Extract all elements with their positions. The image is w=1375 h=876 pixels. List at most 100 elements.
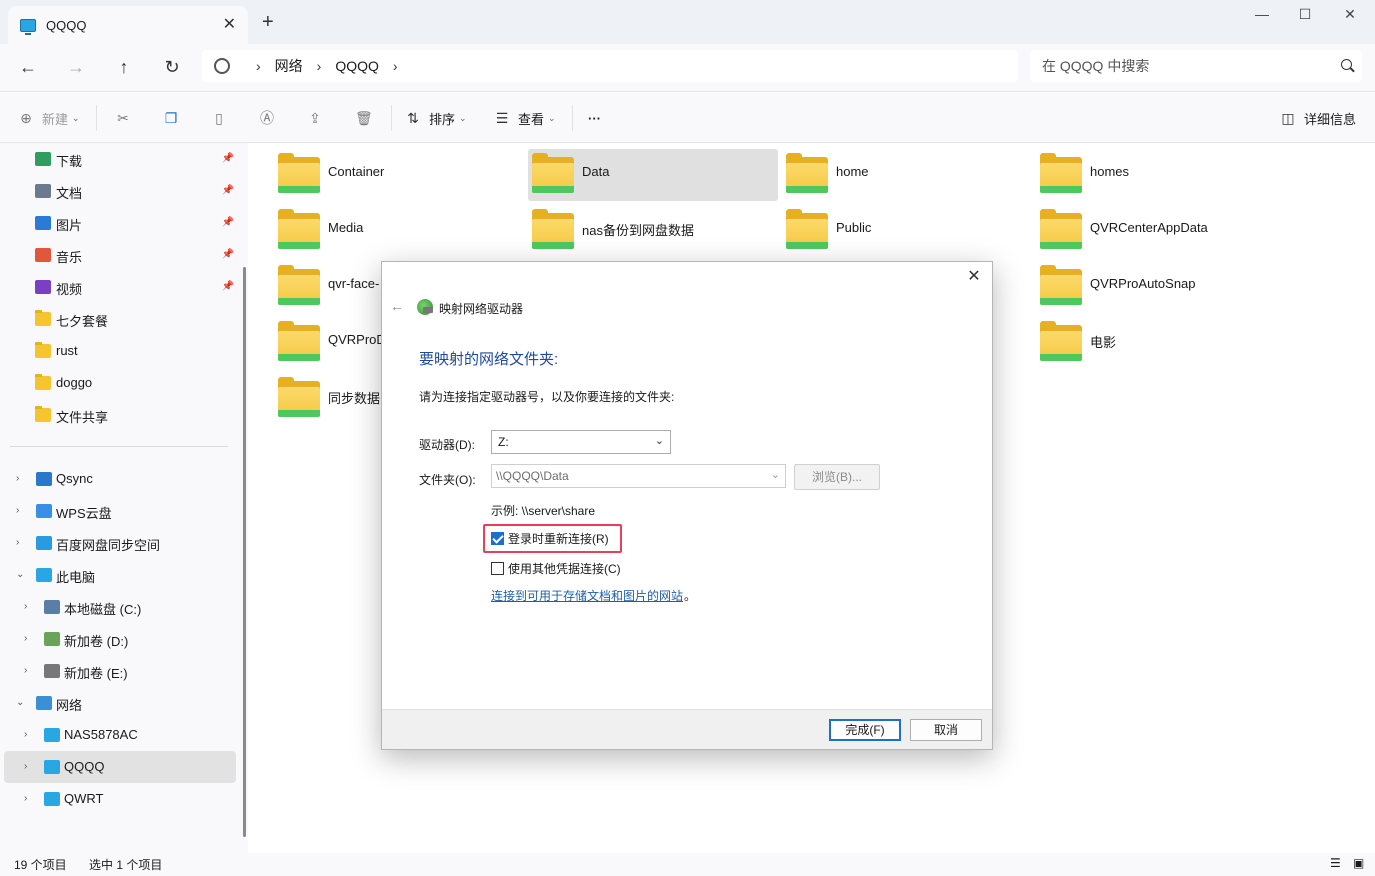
chevron-right-icon[interactable]: › bbox=[24, 665, 27, 676]
more-button[interactable]: ··· bbox=[588, 108, 601, 128]
sidebar-item-2[interactable]: 图片 📌 bbox=[4, 207, 236, 239]
sidebar-tree-item-5[interactable]: › 新加卷 (D:) bbox=[4, 623, 236, 655]
sidebar-item-6[interactable]: rust bbox=[4, 335, 236, 367]
pin-icon: 📌 bbox=[221, 185, 234, 196]
folder-icon bbox=[278, 265, 320, 305]
sidebar-tree-item-1[interactable]: › WPS云盘 bbox=[4, 495, 236, 527]
chevron-right-icon[interactable]: › bbox=[16, 473, 19, 484]
sidebar-tree-item-3[interactable]: ⌄ 此电脑 bbox=[4, 559, 236, 591]
finish-button[interactable]: 完成(F) bbox=[829, 719, 901, 741]
sort-icon: ⇅ bbox=[407, 110, 419, 126]
checkbox-checked-icon bbox=[491, 532, 504, 545]
paste-button[interactable]: ▯ bbox=[211, 108, 235, 128]
copy-button[interactable]: ❐ bbox=[163, 108, 187, 128]
chevron-down-icon[interactable]: ⌄ bbox=[16, 697, 24, 708]
breadcrumb-qqqq[interactable]: QQQQ bbox=[335, 58, 379, 74]
folder-name: 同步数据 bbox=[328, 391, 381, 406]
chevron-right-icon[interactable]: › bbox=[24, 633, 27, 644]
sidebar-item-label: 下载 bbox=[56, 154, 83, 169]
dialog-close-button[interactable]: ✕ bbox=[964, 266, 984, 286]
folder-tile[interactable]: homes bbox=[1036, 149, 1286, 201]
folder-tile[interactable]: QVRProAutoSnap bbox=[1036, 261, 1286, 313]
connect-website-link[interactable]: 连接到可用于存储文档和图片的网站 bbox=[491, 587, 683, 604]
folder-icon bbox=[1040, 265, 1082, 305]
new-label: 新建 bbox=[42, 111, 69, 127]
refresh-button[interactable]: ↻ bbox=[160, 56, 184, 80]
details-button[interactable]: ◫ 详细信息 bbox=[1280, 108, 1356, 128]
chevron-right-icon[interactable]: › bbox=[256, 58, 261, 74]
chevron-right-icon[interactable]: › bbox=[393, 58, 398, 74]
up-button[interactable]: ↑ bbox=[112, 56, 136, 80]
close-button[interactable]: ✕ bbox=[1330, 6, 1370, 26]
example-text: 示例: \\server\share bbox=[491, 504, 596, 518]
new-button[interactable]: ⊕ 新建 ⌄ bbox=[18, 108, 79, 128]
folder-tile[interactable]: nas备份到网盘数据 bbox=[528, 205, 778, 257]
details-view-icon[interactable]: ☰ bbox=[1330, 856, 1344, 870]
view-button[interactable]: ☰ 查看 ⌄ bbox=[494, 108, 556, 128]
forward-button[interactable]: → bbox=[64, 56, 88, 80]
share-button[interactable]: ⇪ bbox=[307, 108, 331, 128]
chevron-right-icon[interactable]: › bbox=[24, 729, 27, 740]
browse-button[interactable]: 浏览(B)... bbox=[794, 464, 880, 490]
chevron-right-icon[interactable]: › bbox=[317, 58, 322, 74]
sidebar-item-label: 视频 bbox=[56, 282, 83, 297]
folder-tile[interactable]: 电影 bbox=[1036, 317, 1286, 369]
selected-count: 选中 1 个项目 bbox=[89, 858, 163, 872]
sidebar-item-7[interactable]: doggo bbox=[4, 367, 236, 399]
back-button[interactable]: ← bbox=[16, 56, 40, 80]
chevron-right-icon[interactable]: › bbox=[24, 601, 27, 612]
sidebar-tree-item-10[interactable]: › QWRT bbox=[4, 783, 236, 815]
tab-qqqq[interactable]: QQQQ ✕ bbox=[8, 6, 248, 44]
sidebar-item-0[interactable]: 下载 📌 bbox=[4, 143, 236, 175]
divider bbox=[391, 105, 392, 131]
folder-icon bbox=[278, 377, 320, 417]
tiles-view-icon[interactable]: ▣ bbox=[1353, 856, 1367, 870]
other-credentials-checkbox[interactable]: 使用其他凭据连接(C) bbox=[491, 560, 621, 577]
sidebar-tree-item-8[interactable]: › NAS5878AC bbox=[4, 719, 236, 751]
breadcrumb-network[interactable]: 网络 bbox=[275, 56, 303, 76]
chevron-right-icon[interactable]: › bbox=[24, 761, 27, 772]
folder-tile[interactable]: Data bbox=[528, 149, 778, 201]
sidebar-tree-item-7[interactable]: ⌄ 网络 bbox=[4, 687, 236, 719]
sidebar-tree-item-2[interactable]: › 百度网盘同步空间 bbox=[4, 527, 236, 559]
chevron-right-icon[interactable]: › bbox=[24, 793, 27, 804]
sidebar-item-4[interactable]: 视频 📌 bbox=[4, 271, 236, 303]
folder-tile[interactable]: home bbox=[782, 149, 1032, 201]
sidebar-item-8[interactable]: 文件共享 bbox=[4, 399, 236, 431]
scrollbar[interactable] bbox=[243, 267, 246, 837]
sidebar-item-label: rust bbox=[56, 343, 78, 358]
sidebar-tree-item-4[interactable]: › 本地磁盘 (C:) bbox=[4, 591, 236, 623]
dialog-back-button[interactable]: ← bbox=[390, 298, 404, 314]
reconnect-checkbox[interactable]: 登录时重新连接(R) bbox=[491, 530, 609, 547]
folder-tile[interactable]: Container bbox=[274, 149, 524, 201]
delete-button[interactable]: 🗑 bbox=[355, 108, 379, 128]
cancel-button[interactable]: 取消 bbox=[910, 719, 982, 741]
chevron-down-icon[interactable]: ⌄ bbox=[16, 569, 24, 580]
folder-combobox[interactable]: \\QQQQ\Data ⌄ bbox=[491, 464, 786, 488]
minimize-button[interactable]: — bbox=[1242, 6, 1282, 26]
sidebar-tree-item-6[interactable]: › 新加卷 (E:) bbox=[4, 655, 236, 687]
folder-tile[interactable]: Public bbox=[782, 205, 1032, 257]
chevron-right-icon[interactable]: › bbox=[16, 537, 19, 548]
title-bar: QQQQ ✕ + — ☐ ✕ bbox=[0, 0, 1375, 44]
chevron-down-icon: ⌄ bbox=[548, 112, 556, 123]
new-tab-button[interactable]: + bbox=[262, 12, 274, 32]
folder-tile[interactable]: QVRCenterAppData bbox=[1036, 205, 1286, 257]
search-input[interactable]: 在 QQQQ 中搜索 bbox=[1030, 50, 1362, 82]
rename-button[interactable]: Ⓐ bbox=[259, 108, 283, 128]
sidebar-tree-item-9[interactable]: › QQQQ bbox=[4, 751, 236, 783]
cut-button[interactable]: ✂ bbox=[115, 108, 139, 128]
chevron-right-icon[interactable]: › bbox=[16, 505, 19, 516]
folder-name: Container bbox=[328, 164, 385, 179]
drive-select[interactable]: Z: ⌄ bbox=[491, 430, 671, 454]
folder-tile[interactable]: Media bbox=[274, 205, 524, 257]
sort-button[interactable]: ⇅ 排序 ⌄ bbox=[405, 108, 466, 128]
sidebar-item-1[interactable]: 文档 📌 bbox=[4, 175, 236, 207]
sidebar-item-5[interactable]: 七夕套餐 bbox=[4, 303, 236, 335]
sidebar-tree-item-0[interactable]: › Qsync bbox=[4, 463, 236, 495]
address-bar[interactable]: › 网络 › QQQQ › bbox=[202, 50, 1018, 82]
maximize-button[interactable]: ☐ bbox=[1285, 6, 1325, 26]
tab-close-button[interactable]: ✕ bbox=[223, 14, 236, 34]
folder-icon bbox=[278, 209, 320, 249]
sidebar-item-3[interactable]: 音乐 📌 bbox=[4, 239, 236, 271]
